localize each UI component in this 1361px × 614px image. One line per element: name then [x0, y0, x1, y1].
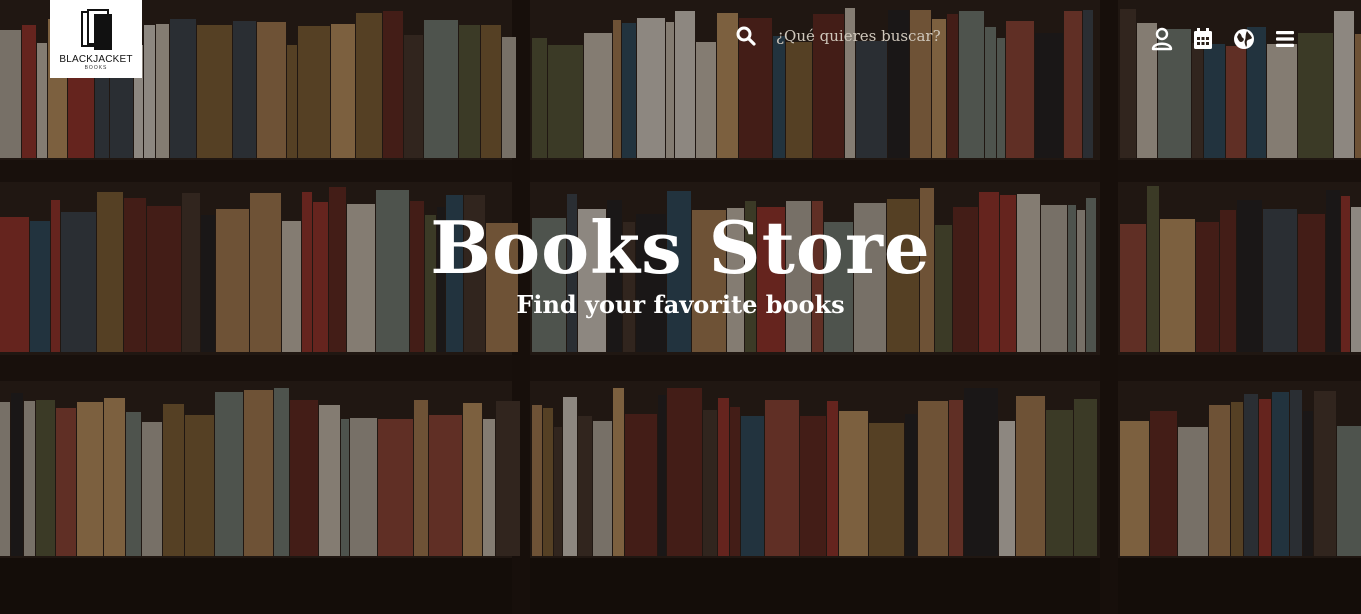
header-nav	[1147, 24, 1299, 53]
book-stack-icon	[78, 8, 114, 52]
search-input[interactable]	[776, 27, 956, 45]
hero-subtitle: Find your favorite books	[516, 290, 845, 319]
brand-logo[interactable]: BLACKJACKET BOOKS	[50, 0, 142, 78]
hero-title: Books Store	[430, 205, 931, 290]
brand-subtitle: BOOKS	[84, 65, 108, 71]
calendar-icon[interactable]	[1188, 24, 1217, 53]
search-bar	[736, 20, 956, 52]
search-icon[interactable]	[736, 22, 756, 50]
hamburger-menu-icon[interactable]	[1270, 24, 1299, 53]
user-icon[interactable]	[1147, 24, 1176, 53]
globe-icon[interactable]	[1229, 24, 1258, 53]
brand-name: BLACKJACKET	[59, 54, 133, 65]
